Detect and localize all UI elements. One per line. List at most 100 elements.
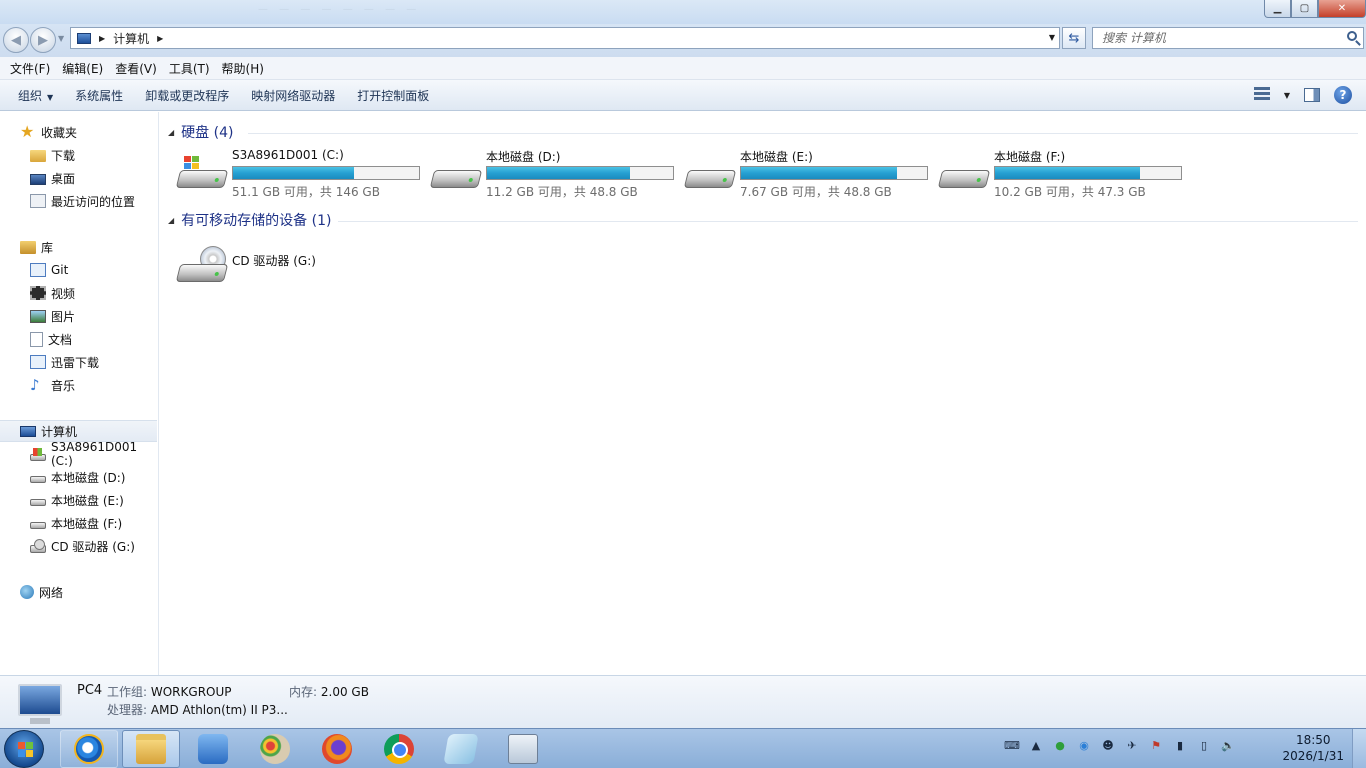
processor-row: 处理器: AMD Athlon(tm) II P3... — [107, 701, 288, 718]
group-header-hard-disks[interactable]: ◢ 硬盘 (4) — [168, 122, 1358, 142]
start-button[interactable] — [4, 730, 44, 768]
taskbar-calculator[interactable] — [494, 730, 552, 768]
taskbar-media-player[interactable] — [184, 730, 242, 768]
window-controls: ▁ ▢ ✕ — [1264, 0, 1366, 18]
windows-logo-icon — [184, 156, 200, 170]
computer-monitor-icon — [18, 684, 62, 724]
nav-item-documents[interactable]: 文档 — [0, 328, 157, 350]
search-input[interactable] — [1102, 31, 1332, 45]
taskbar-paint[interactable] — [246, 730, 304, 768]
taskbar-explorer[interactable] — [122, 730, 180, 768]
drive-name: 本地磁盘 (F:) — [994, 150, 1066, 164]
flag-icon[interactable]: ⚑ — [1148, 737, 1164, 753]
menu-tools[interactable]: 工具(T) — [163, 60, 216, 77]
nav-item-drive-d[interactable]: 本地磁盘 (D:) — [0, 466, 157, 488]
preview-pane-icon[interactable] — [1304, 88, 1320, 102]
organize-button[interactable]: 组织 ▼ — [12, 87, 59, 104]
title-ghost: — — — — — — — — — [258, 4, 421, 15]
breadcrumb-chevron-icon[interactable]: ▶ — [157, 34, 163, 43]
system-drive-icon — [30, 447, 46, 461]
system-tray: ⌨ ▲ ● ◉ ☻ ✈ ⚑ ▮ ▯ 🔈 — [1004, 737, 1236, 753]
breadcrumb-computer[interactable]: 计算机 — [113, 30, 149, 47]
nav-item-pictures[interactable]: 图片 — [0, 305, 157, 327]
command-bar: 组织 ▼ 系统属性 卸载或更改程序 映射网络驱动器 打开控制面板 ▼ ? — [0, 80, 1366, 111]
drive-space-text: 11.2 GB 可用，共 48.8 GB — [486, 185, 638, 199]
nav-item-downloads[interactable]: 下载 — [0, 144, 157, 166]
nav-item-drive-g[interactable]: CD 驱动器 (G:) — [0, 535, 157, 557]
nav-network[interactable]: 网络 — [0, 581, 157, 603]
recent-pages-dropdown[interactable]: ▼ — [58, 34, 64, 43]
signal-icon[interactable]: ▮ — [1172, 737, 1188, 753]
nav-item-videos[interactable]: 视频 — [0, 282, 157, 304]
nav-item-drive-f[interactable]: 本地磁盘 (F:) — [0, 512, 157, 534]
wechat-icon[interactable]: ● — [1052, 737, 1068, 753]
change-view-icon[interactable] — [1253, 87, 1270, 103]
nav-item-drive-c[interactable]: S3A8961D001 (C:) — [0, 440, 157, 468]
forward-button[interactable]: ▶ — [30, 27, 56, 53]
group-header-removable[interactable]: ◢ 有可移动存储的设备 (1) — [168, 210, 1358, 230]
nav-item-xunlei-downloads[interactable]: 迅雷下载 — [0, 351, 157, 373]
drive-tile-d[interactable]: 本地磁盘 (D:) 11.2 GB 可用，共 48.8 GB — [429, 148, 682, 200]
collapse-caret-icon[interactable]: ◢ — [168, 216, 174, 225]
show-hidden-icons-icon[interactable]: ▲ — [1028, 737, 1044, 753]
refresh-icon: ⇆ — [1068, 30, 1080, 46]
drive-name: S3A8961D001 (C:) — [232, 148, 344, 162]
nav-computer[interactable]: 计算机 — [0, 420, 157, 442]
drive-usage-fill — [487, 167, 631, 179]
file-explorer-icon — [136, 734, 166, 764]
desktop-icon — [30, 173, 46, 185]
drive-tile-g[interactable]: CD 驱动器 (G:) — [175, 238, 428, 290]
calculator-icon — [508, 734, 538, 764]
nav-item-recent-places[interactable]: 最近访问的位置 — [0, 190, 157, 212]
group-divider — [248, 133, 1358, 134]
minimize-button[interactable]: ▁ — [1264, 0, 1291, 18]
address-bar[interactable]: ▶ 计算机 ▶ ▼ — [70, 27, 1060, 49]
menu-file[interactable]: 文件(F) — [4, 60, 56, 77]
taskbar-sticky-notes[interactable] — [432, 730, 490, 768]
drive-tile-f[interactable]: 本地磁盘 (F:) 10.2 GB 可用，共 47.3 GB — [937, 148, 1190, 200]
help-icon[interactable]: ? — [1334, 86, 1352, 104]
qq-icon[interactable]: ☻ — [1100, 737, 1116, 753]
memory-row: 内存: 2.00 GB — [289, 683, 369, 700]
power-icon[interactable]: ▯ — [1196, 737, 1212, 753]
maximize-button[interactable]: ▢ — [1291, 0, 1318, 18]
keyboard-icon[interactable]: ⌨ — [1004, 737, 1020, 753]
uninstall-program-button[interactable]: 卸载或更改程序 — [139, 87, 235, 104]
search-box[interactable] — [1092, 27, 1364, 49]
close-button[interactable]: ✕ — [1318, 0, 1366, 18]
nav-item-label: 本地磁盘 (F:) — [51, 516, 123, 531]
menu-view[interactable]: 查看(V) — [109, 60, 163, 77]
system-properties-button[interactable]: 系统属性 — [69, 87, 129, 104]
show-desktop-button[interactable] — [1352, 729, 1366, 768]
nav-item-label: 图片 — [51, 309, 76, 324]
drive-tile-e[interactable]: 本地磁盘 (E:) 7.67 GB 可用，共 48.8 GB — [683, 148, 936, 200]
breadcrumb-separator-icon[interactable]: ▶ — [99, 34, 105, 43]
nav-favorites[interactable]: ★ 收藏夹 — [0, 121, 157, 143]
organize-label: 组织 — [18, 88, 43, 103]
nav-item-git[interactable]: Git — [0, 259, 157, 281]
nav-item-desktop[interactable]: 桌面 — [0, 167, 157, 189]
hard-drive-icon — [30, 499, 46, 506]
collapse-caret-icon[interactable]: ◢ — [168, 128, 174, 137]
view-options-chevron-icon[interactable]: ▼ — [1284, 91, 1290, 100]
address-dropdown-icon[interactable]: ▼ — [1049, 33, 1055, 42]
drive-tile-c[interactable]: S3A8961D001 (C:) 51.1 GB 可用，共 146 GB — [175, 148, 428, 200]
nav-item-label: 文档 — [48, 332, 73, 347]
menu-help[interactable]: 帮助(H) — [216, 60, 270, 77]
nav-item-drive-e[interactable]: 本地磁盘 (E:) — [0, 489, 157, 511]
volume-icon[interactable]: 🔈 — [1220, 737, 1236, 753]
taskbar-firefox[interactable] — [308, 730, 366, 768]
nav-libraries[interactable]: 库 — [0, 236, 157, 258]
network-status-icon[interactable]: ◉ — [1076, 737, 1092, 753]
menu-edit[interactable]: 编辑(E) — [56, 60, 109, 77]
nav-item-music[interactable]: ♪ 音乐 — [0, 374, 157, 396]
pin-icon[interactable]: ✈ — [1124, 737, 1140, 753]
clock[interactable]: 18:50 2026/1/31 — [1282, 732, 1344, 764]
open-control-panel-button[interactable]: 打开控制面板 — [351, 87, 435, 104]
taskbar-chrome[interactable] — [370, 730, 428, 768]
taskbar-ie[interactable] — [60, 730, 118, 768]
search-icon[interactable] — [1347, 31, 1357, 41]
refresh-button[interactable]: ⇆ — [1062, 27, 1086, 49]
map-network-drive-button[interactable]: 映射网络驱动器 — [245, 87, 341, 104]
back-button[interactable]: ◀ — [3, 27, 29, 53]
